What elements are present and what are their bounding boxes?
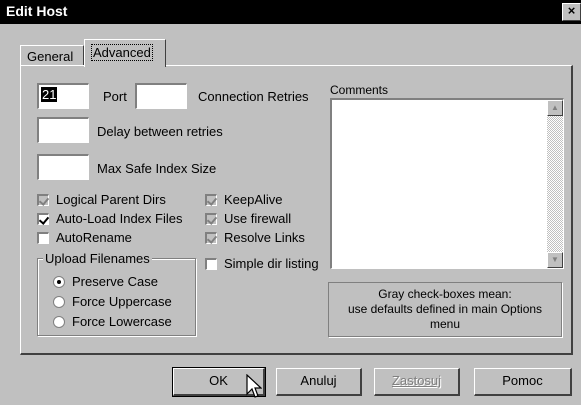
ok-button-label: OK [209, 373, 228, 388]
window-title: Edit Host [6, 3, 68, 19]
apply-button-label: Zastosuj [391, 373, 442, 388]
tab-advanced-label: Advanced [91, 44, 153, 61]
help-button-label: Pomoc [502, 373, 543, 388]
tab-advanced[interactable]: Advanced [84, 39, 166, 67]
tab-general[interactable]: General [20, 45, 84, 65]
help-button[interactable]: Pomoc [474, 368, 572, 396]
tab-general-label: General [27, 49, 74, 64]
advanced-panel [20, 65, 573, 355]
mouse-pointer-icon [246, 374, 262, 398]
close-button[interactable]: × [562, 3, 581, 21]
cancel-button[interactable]: Anuluj [276, 368, 362, 396]
title-bar[interactable]: Edit Host × [0, 0, 581, 24]
apply-button[interactable]: Zastosuj [374, 368, 460, 396]
cancel-button-label: Anuluj [300, 373, 337, 388]
close-icon: × [567, 3, 576, 18]
